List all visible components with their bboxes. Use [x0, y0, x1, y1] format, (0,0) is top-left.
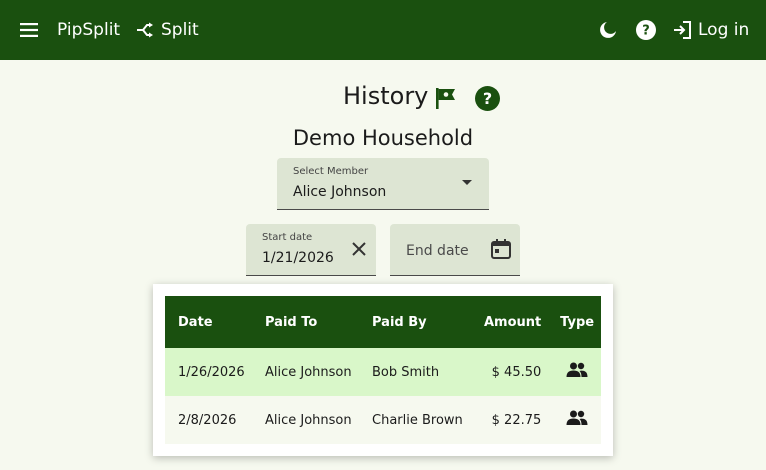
brand-label: PipSplit	[57, 20, 121, 40]
top-app-bar: PipSplit Split ? Log in	[0, 0, 766, 60]
column-header-date[interactable]: Date	[165, 296, 252, 348]
column-header-type[interactable]: Type	[553, 296, 601, 348]
flag-icon[interactable]	[434, 86, 458, 110]
brand-link[interactable]: PipSplit	[57, 0, 120, 60]
cell-type	[553, 396, 601, 444]
start-date-label: Start date	[262, 232, 313, 243]
member-select[interactable]: Select Member Alice Johnson	[277, 158, 489, 210]
start-date-field[interactable]: Start date 1/21/2026	[246, 224, 376, 276]
table-row[interactable]: 1/26/2026 Alice Johnson Bob Smith $ 45.5…	[165, 348, 601, 396]
split-icon	[137, 22, 153, 38]
end-date-placeholder: End date	[406, 243, 469, 259]
cell-type	[553, 348, 601, 396]
cell-date: 1/26/2026	[178, 364, 245, 380]
group-icon	[566, 410, 588, 425]
cell-paid-to: Alice Johnson	[265, 364, 352, 380]
login-icon	[674, 21, 691, 39]
split-button[interactable]: Split	[136, 0, 199, 60]
svg-text:?: ?	[483, 89, 492, 108]
cell-amount: $ 22.75	[491, 412, 542, 428]
start-date-value: 1/21/2026	[262, 250, 334, 266]
member-select-label: Select Member	[293, 166, 369, 177]
title-row: History ?	[0, 80, 766, 116]
page-title: History	[343, 82, 429, 110]
dropdown-caret-icon	[462, 180, 472, 185]
column-header-amount[interactable]: Amount	[471, 296, 553, 348]
menu-icon	[20, 23, 38, 37]
history-table-card: Date Paid To Paid By Amount Type 1/26/20…	[153, 284, 613, 456]
table-row[interactable]: 2/8/2026 Alice Johnson Charlie Brown $ 2…	[165, 396, 601, 444]
table-header-row: Date Paid To Paid By Amount Type	[165, 296, 601, 348]
svg-text:?: ?	[642, 24, 650, 39]
help-icon: ?	[636, 20, 656, 40]
login-label: Log in	[698, 20, 750, 40]
cell-paid-by: Charlie Brown	[372, 412, 463, 428]
member-select-value: Alice Johnson	[293, 184, 387, 200]
calendar-icon[interactable]	[490, 238, 512, 260]
help-button[interactable]: ?	[636, 0, 656, 60]
column-header-paid-by[interactable]: Paid By	[359, 296, 471, 348]
history-table: Date Paid To Paid By Amount Type 1/26/20…	[165, 296, 601, 444]
household-name: Demo Household	[292, 126, 474, 150]
login-button[interactable]: Log in	[672, 0, 749, 60]
end-date-field[interactable]: End date	[390, 224, 520, 276]
cell-paid-to: Alice Johnson	[265, 412, 352, 428]
group-icon	[566, 362, 588, 377]
cell-amount: $ 45.50	[491, 364, 542, 380]
cell-date: 2/8/2026	[178, 412, 237, 428]
theme-toggle-button[interactable]	[598, 0, 618, 60]
moon-icon	[600, 22, 616, 38]
split-label: Split	[161, 20, 199, 40]
menu-button[interactable]	[20, 0, 38, 60]
column-header-paid-to[interactable]: Paid To	[252, 296, 359, 348]
clear-icon[interactable]	[350, 240, 368, 258]
cell-paid-by: Bob Smith	[372, 364, 440, 380]
help-circle-icon[interactable]: ?	[475, 86, 500, 111]
